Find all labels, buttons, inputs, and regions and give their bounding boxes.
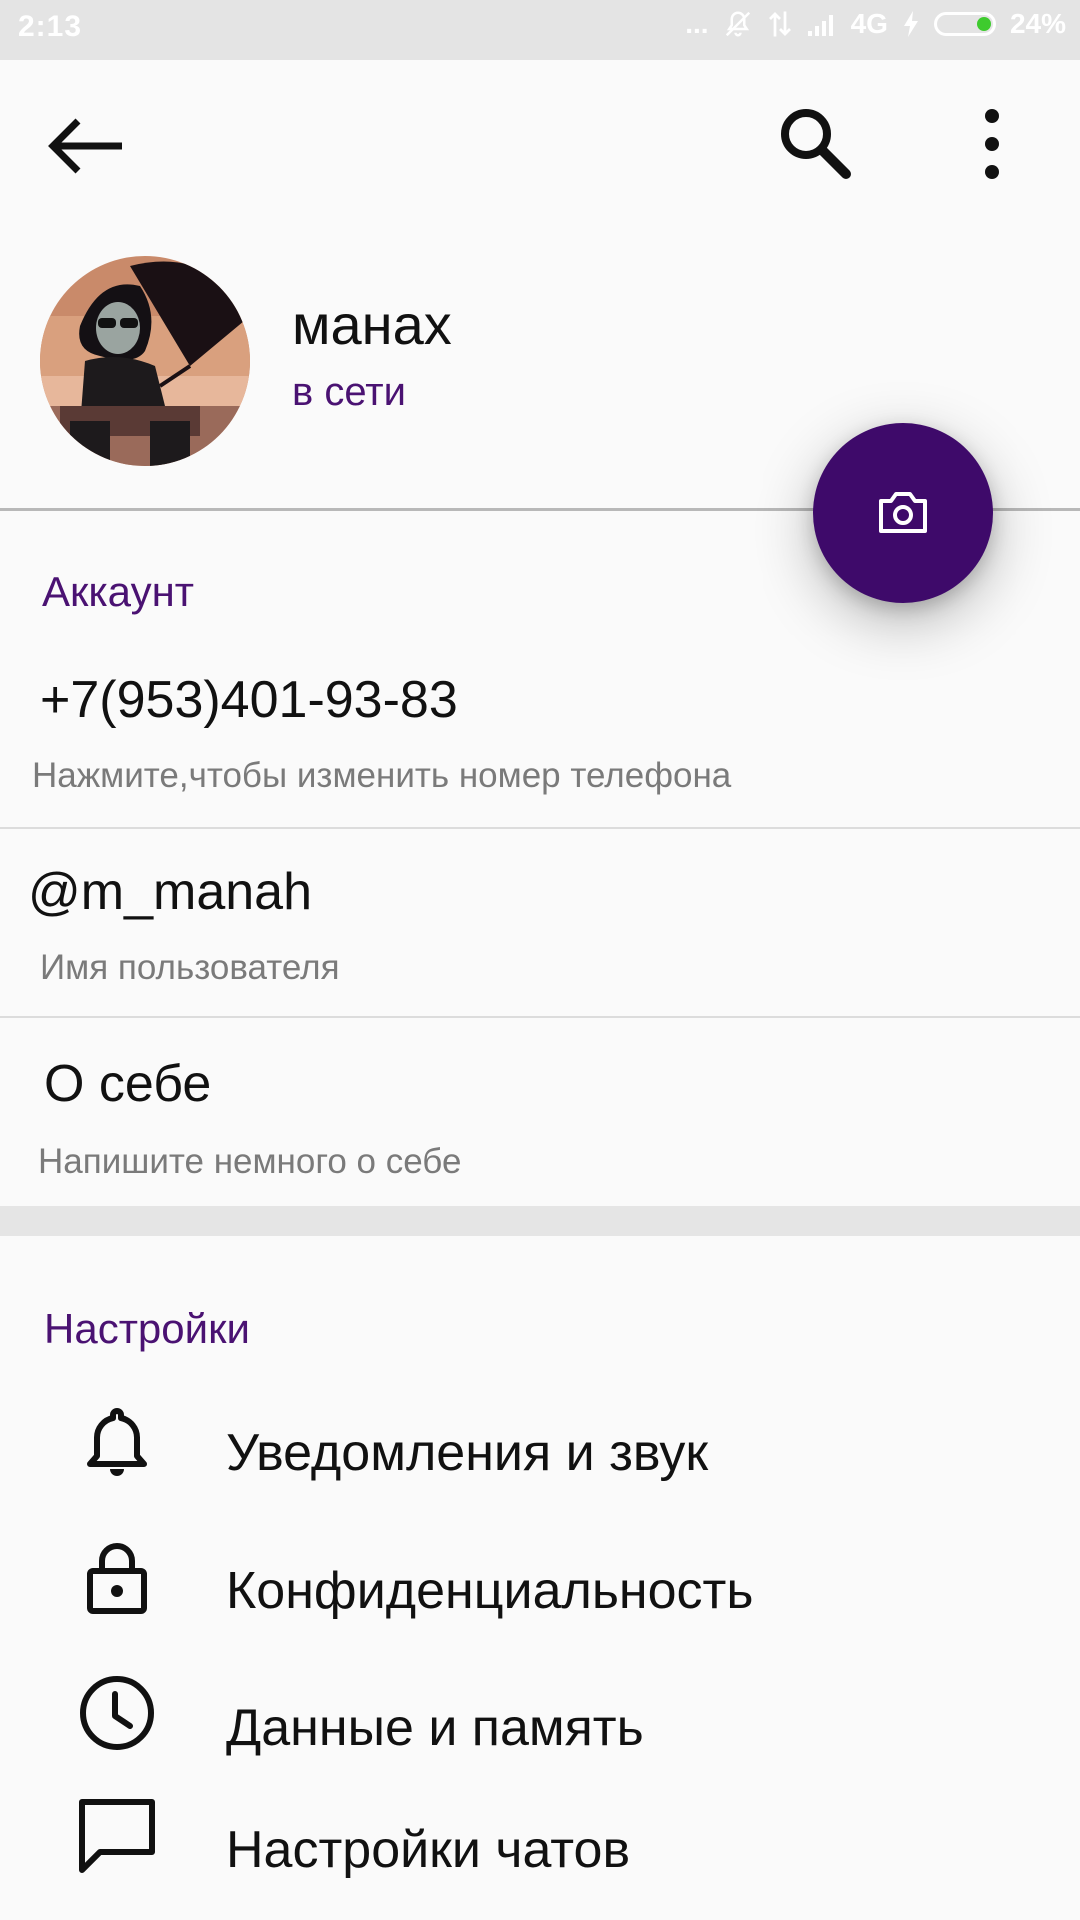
camera-icon (879, 492, 927, 533)
profile-status: в сети (292, 370, 406, 414)
settings-item-notifications[interactable]: Уведомления и звук (0, 1375, 1080, 1505)
search-icon (781, 109, 851, 179)
phone-row[interactable]: +7(953)401-93-83 Нажмите,чтобы изменить … (0, 650, 1080, 826)
profile-name: манах (292, 293, 452, 356)
network-type: 4G (850, 8, 888, 39)
settings-item-label: Конфиденциальность (226, 1562, 754, 1620)
arrow-left-icon (48, 118, 122, 174)
username-row[interactable]: @m_manah Имя пользователя (0, 830, 1080, 1016)
clock-icon (80, 1676, 154, 1750)
row-divider (0, 1016, 1080, 1018)
row-divider (0, 827, 1080, 829)
status-time: 2:13 (18, 10, 83, 43)
toolbar (0, 60, 1080, 230)
back-button[interactable] (44, 116, 124, 176)
set-photo-button[interactable] (813, 423, 993, 603)
battery-percent: 24% (1009, 8, 1066, 39)
charging-icon (902, 10, 920, 38)
bio-label: О себе (44, 1055, 212, 1113)
bio-hint: Напишите немного о себе (38, 1142, 462, 1181)
data-transfer-icon (767, 9, 793, 39)
phone-hint: Нажмите,чтобы изменить номер телефона (32, 756, 732, 795)
search-button[interactable] (776, 104, 856, 184)
avatar-image (40, 256, 250, 466)
signal-icon (807, 11, 837, 37)
lock-icon (87, 1543, 147, 1614)
settings-item-chat-settings[interactable]: Настройки чатов (0, 1770, 1080, 1900)
status-dots: ... (685, 8, 709, 39)
status-bar: 2:13 ... 4G 24% (0, 0, 1080, 60)
more-options-button[interactable] (970, 104, 1014, 184)
username-hint: Имя пользователя (40, 948, 340, 987)
section-separator (0, 1206, 1080, 1236)
username: @m_manah (28, 863, 313, 921)
more-vert-icon (985, 109, 999, 179)
settings-item-label: Настройки чатов (226, 1821, 631, 1879)
settings-item-label: Данные и память (226, 1699, 644, 1757)
bio-row[interactable]: О себе Напишите немного о себе (0, 1019, 1080, 1206)
settings-item-data-storage[interactable]: Данные и память (0, 1652, 1080, 1782)
settings-item-label: Уведомления и звук (226, 1424, 709, 1482)
avatar[interactable] (40, 256, 250, 466)
settings-item-privacy[interactable]: Конфиденциальность (0, 1515, 1080, 1645)
phone-number: +7(953)401-93-83 (40, 671, 458, 729)
chat-bubble-icon (79, 1799, 155, 1873)
status-indicators: ... 4G 24% (685, 8, 1066, 40)
silent-bell-icon (723, 9, 753, 39)
bell-icon (87, 1408, 147, 1476)
battery-icon (933, 12, 996, 36)
account-section-title: Аккаунт (42, 568, 195, 615)
settings-section-title: Настройки (44, 1305, 250, 1352)
